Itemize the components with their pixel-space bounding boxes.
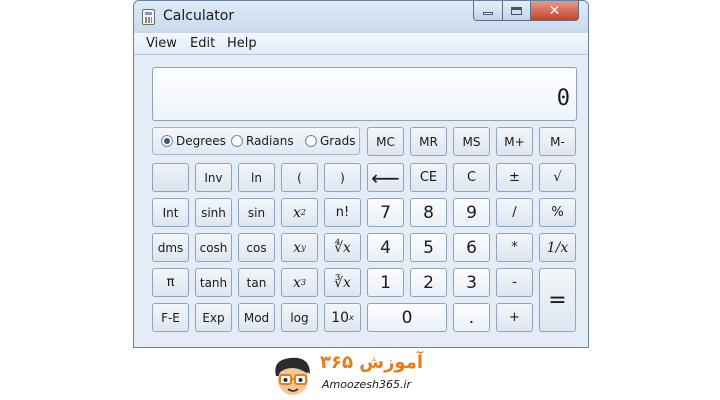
close-button[interactable]: ✕ bbox=[531, 1, 579, 21]
amoozesh-logo: آموزش ۳۶۵ Amoozesh365.ir bbox=[270, 352, 460, 398]
radio-radians-label: Radians bbox=[246, 134, 294, 148]
radio-radians-circle[interactable] bbox=[231, 135, 243, 147]
radio-degrees-circle[interactable] bbox=[161, 135, 173, 147]
plus-minus-button[interactable]: ± bbox=[496, 163, 533, 192]
logo-character-icon bbox=[275, 357, 310, 395]
x-power-y-exponent: y bbox=[301, 243, 306, 252]
blank-button[interactable] bbox=[152, 163, 189, 192]
digit-1-button[interactable]: 1 bbox=[367, 268, 404, 297]
calculator-window: Calculator ✕ View Edit Help 0 Degrees Ra… bbox=[133, 0, 589, 348]
int-button[interactable]: Int bbox=[152, 198, 189, 227]
pi-button[interactable]: π bbox=[152, 268, 189, 297]
backspace-button[interactable]: ⟵ bbox=[367, 163, 404, 192]
x-power-y-button[interactable]: xy bbox=[281, 233, 318, 262]
menu-view[interactable]: View bbox=[146, 36, 177, 51]
radio-grads[interactable]: Grads bbox=[305, 134, 355, 148]
radio-grads-label: Grads bbox=[320, 134, 356, 148]
menu-bar: View Edit Help bbox=[134, 33, 588, 55]
multiply-button[interactable]: * bbox=[496, 233, 533, 262]
window-title: Calculator bbox=[163, 8, 235, 24]
calculator-app-icon bbox=[142, 9, 155, 25]
ms-button[interactable]: MS bbox=[453, 127, 490, 156]
digit-8-button[interactable]: 8 bbox=[410, 198, 447, 227]
radio-grads-circle[interactable] bbox=[305, 135, 317, 147]
minimize-button[interactable] bbox=[473, 1, 503, 21]
plus-button[interactable]: + bbox=[496, 303, 533, 332]
x-cubed-exponent: 3 bbox=[300, 278, 306, 287]
sin-button[interactable]: sin bbox=[238, 198, 275, 227]
display-panel: 0 bbox=[152, 67, 577, 121]
open-paren-button[interactable]: ( bbox=[281, 163, 318, 192]
display-value: 0 bbox=[556, 86, 570, 111]
radio-degrees-label: Degrees bbox=[176, 134, 226, 148]
reciprocal-button[interactable]: 1/x bbox=[539, 233, 576, 262]
clear-button[interactable]: C bbox=[453, 163, 490, 192]
ln-button[interactable]: ln bbox=[238, 163, 275, 192]
digit-0-button[interactable]: 0 bbox=[367, 303, 447, 332]
x-squared-exponent: 2 bbox=[300, 208, 306, 217]
menu-help[interactable]: Help bbox=[227, 36, 257, 51]
exp-button[interactable]: Exp bbox=[195, 303, 232, 332]
x-squared-base: x bbox=[293, 204, 301, 221]
tan-button[interactable]: tan bbox=[238, 268, 275, 297]
radio-radians[interactable]: Radians bbox=[231, 134, 294, 148]
digit-6-button[interactable]: 6 bbox=[453, 233, 490, 262]
dms-button[interactable]: dms bbox=[152, 233, 189, 262]
sinh-button[interactable]: sinh bbox=[195, 198, 232, 227]
logo-persian-text: آموزش ۳۶۵ bbox=[320, 352, 424, 373]
minimize-icon bbox=[483, 12, 493, 15]
tanh-button[interactable]: tanh bbox=[195, 268, 232, 297]
menu-edit[interactable]: Edit bbox=[190, 36, 215, 51]
m-plus-button[interactable]: M+ bbox=[496, 127, 533, 156]
x-cubed-base: x bbox=[293, 274, 301, 291]
digit-9-button[interactable]: 9 bbox=[453, 198, 490, 227]
inv-button[interactable]: Inv bbox=[195, 163, 232, 192]
x-power-y-base: x bbox=[293, 239, 302, 256]
equals-button[interactable]: = bbox=[539, 268, 576, 332]
angle-mode-group: Degrees Radians Grads bbox=[152, 127, 360, 155]
close-icon: ✕ bbox=[548, 2, 561, 19]
divide-button[interactable]: / bbox=[496, 198, 533, 227]
logo-website-text: Amoozesh365.ir bbox=[322, 378, 412, 391]
x-cubed-button[interactable]: x3 bbox=[281, 268, 318, 297]
maximize-button[interactable] bbox=[503, 1, 531, 21]
mr-button[interactable]: MR bbox=[410, 127, 447, 156]
radio-degrees[interactable]: Degrees bbox=[161, 134, 226, 148]
ten-power-x-base: 10 bbox=[331, 309, 350, 326]
digit-5-button[interactable]: 5 bbox=[410, 233, 447, 262]
mc-button[interactable]: MC bbox=[367, 127, 404, 156]
ce-button[interactable]: CE bbox=[410, 163, 447, 192]
maximize-icon bbox=[511, 6, 522, 15]
cube-root-button[interactable]: ∛x bbox=[324, 268, 361, 297]
mod-button[interactable]: Mod bbox=[238, 303, 275, 332]
decimal-point-button[interactable]: . bbox=[453, 303, 490, 332]
log-button[interactable]: log bbox=[281, 303, 318, 332]
y-root-button[interactable]: ∜x bbox=[324, 233, 361, 262]
x-squared-button[interactable]: x2 bbox=[281, 198, 318, 227]
digit-2-button[interactable]: 2 bbox=[410, 268, 447, 297]
factorial-button[interactable]: n! bbox=[324, 198, 361, 227]
cosh-button[interactable]: cosh bbox=[195, 233, 232, 262]
cos-button[interactable]: cos bbox=[238, 233, 275, 262]
ten-power-x-button[interactable]: 10 x bbox=[324, 303, 361, 332]
ten-power-x-exponent: x bbox=[349, 313, 354, 322]
digit-4-button[interactable]: 4 bbox=[367, 233, 404, 262]
sqrt-button[interactable]: √ bbox=[539, 163, 576, 192]
digit-7-button[interactable]: 7 bbox=[367, 198, 404, 227]
close-paren-button[interactable]: ) bbox=[324, 163, 361, 192]
fe-button[interactable]: F-E bbox=[152, 303, 189, 332]
percent-button[interactable]: % bbox=[539, 198, 576, 227]
m-minus-button[interactable]: M- bbox=[539, 127, 576, 156]
title-bar[interactable]: Calculator ✕ bbox=[134, 1, 588, 33]
digit-3-button[interactable]: 3 bbox=[453, 268, 490, 297]
minus-button[interactable]: - bbox=[496, 268, 533, 297]
